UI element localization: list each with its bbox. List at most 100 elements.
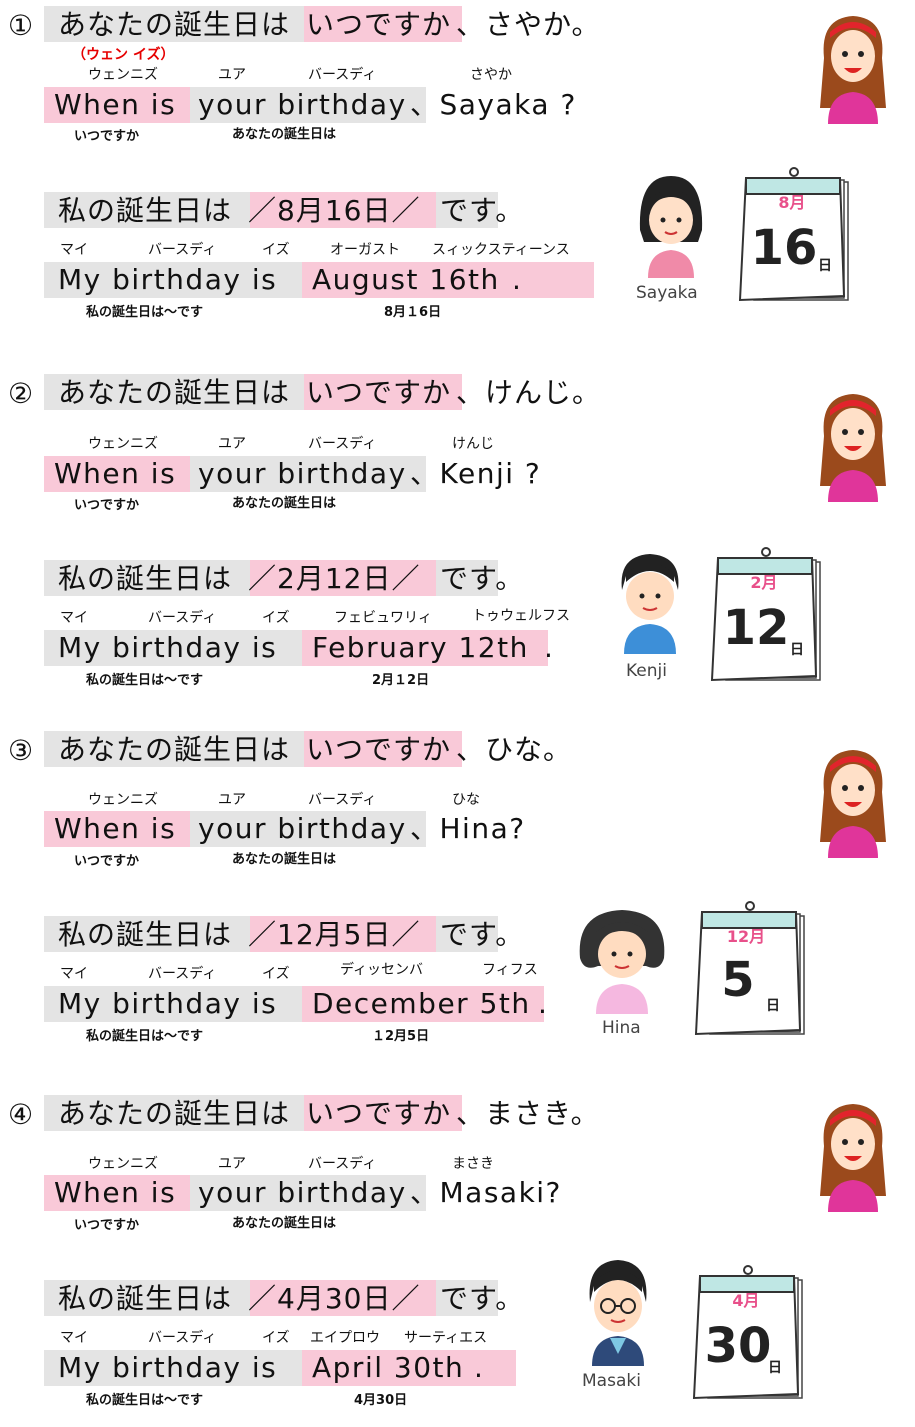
ruby-month: フェビュワリィ [334,610,432,626]
ruby-month: オーガスト [330,242,400,258]
answer-jp-part3: です。 [440,1282,525,1315]
gloss-date: 4月30日 [354,1393,408,1408]
person-name: Sayaka [636,283,698,303]
calendar-month: 12月 [727,927,765,946]
calendar-month: 4月 [732,1291,759,1310]
calendar-icon: 4月 30 日 [692,1265,803,1400]
teacher-girl-illustration [820,394,886,502]
question-jp-part1: あなたの誕生日は [58,8,291,41]
gloss-date: １2月5日 [372,1029,430,1044]
question-jp-part2: いつですか [306,8,452,41]
question-jp-part3: 、さやか。 [456,8,601,41]
calendar-day-label: 日 [790,642,804,658]
question-jp-part3: 、けんじ。 [456,376,602,409]
answer-jp-part2: ／12月5日／ [248,918,421,951]
ruby-month: ディッセンバ [340,962,424,978]
question-en-your-birthday: your birthday [198,88,407,121]
answer-jp-part2: ／8月16日／ [248,194,421,227]
question-en-rest: 、Hina? [410,812,526,845]
gloss-your-birthday: あなたの誕生日は [232,1216,337,1231]
gloss-answer: 私の誕生日は～です [86,1393,204,1408]
question-jp-part1: あなたの誕生日は [58,733,291,766]
sayaka-illustration [639,176,703,278]
ruby-when-is: ウェンニズ [88,1156,158,1172]
question-jp-part1: あなたの誕生日は [58,1097,291,1130]
ruby-is: イズ [262,610,290,626]
ruby-birthday: バースディ [308,67,377,83]
answer-en-my-birthday-is: My birthday is [58,631,278,664]
section-number: ② [8,377,34,410]
answer-en-date: August 16th [312,263,500,296]
question-en-when-is: When is [54,1176,177,1209]
question-en-when-is: When is [54,812,177,845]
question-jp-part2: いつですか [306,733,452,766]
calendar-day: 5 [721,952,754,1008]
question-en-your-birthday: your birthday [198,457,407,490]
ruby-day: トゥウェルフス [472,608,570,624]
question-en-your-birthday: your birthday [198,812,407,845]
answer-jp-part3: です。 [440,918,525,951]
ruby-your: ユア [218,1156,246,1172]
question-en-rest: 、Masaki? [410,1176,562,1209]
calendar-icon: 12月 5 日 [694,901,805,1036]
person-name: Hina [602,1018,641,1038]
answer-en-my-birthday-is: My birthday is [58,987,278,1020]
ruby-birthday: バースディ [308,436,377,452]
ruby-birthday: バースディ [148,610,217,626]
ruby-birthday: バースディ [308,792,377,808]
question-jp-part2: いつですか [306,376,452,409]
gloss-your-birthday: あなたの誕生日は [232,852,337,867]
person-name: Kenji [626,661,667,681]
calendar-month: 2月 [750,573,777,592]
ruby-day: フィフス [482,962,538,978]
question-jp-part3: 、まさき。 [456,1097,600,1130]
masaki-illustration [589,1260,647,1366]
gloss-when-is: いつですか [74,498,140,513]
gloss-answer: 私の誕生日は～です [86,673,204,688]
ruby-your: ユア [218,792,246,808]
gloss-date: 8月１6日 [384,305,442,320]
answer-jp-part3: です。 [440,194,525,227]
ruby-my: マイ [60,242,88,258]
answer-en-date: April 30th [312,1351,465,1384]
ruby-when-is: ウェンニズ [88,792,158,808]
gloss-your-birthday: あなたの誕生日は [232,496,337,511]
answer-en-date: February 12th [312,631,529,664]
ruby-day: スィックスティーンス [432,242,570,258]
gloss-date: 2月１2日 [372,673,430,688]
answer-en-my-birthday-is: My birthday is [58,263,278,296]
answer-jp-part3: です。 [440,562,525,595]
ruby-birthday: バースディ [148,242,217,258]
gloss-answer: 私の誕生日は～です [86,305,204,320]
answer-jp-part2: ／4月30日／ [248,1282,421,1315]
teacher-girl-illustration [820,16,886,124]
answer-jp-part1: 私の誕生日は [58,918,233,951]
question-en-your-birthday: your birthday [198,1176,407,1209]
answer-jp-part2: ／2月12日／ [248,562,421,595]
calendar-day-label: 日 [766,998,780,1014]
answer-en-my-birthday-is: My birthday is [58,1351,278,1384]
ruby-name: さやか [470,67,512,83]
question-en-when-is: When is [54,88,177,121]
ruby-when-is: ウェンニズ [88,436,158,452]
hina-illustration [579,910,665,1014]
ruby-my: マイ [60,1330,88,1346]
ruby-is: イズ [262,966,290,982]
question-jp-part3: 、ひな。 [456,733,573,766]
special-ruby: （ウェン イズ） [72,47,175,63]
calendar-day-label: 日 [768,1360,782,1376]
gloss-when-is: いつですか [74,129,140,144]
answer-en-period: . [512,263,523,296]
gloss-answer: 私の誕生日は～です [86,1029,204,1044]
answer-jp-part1: 私の誕生日は [58,562,233,595]
question-en-rest: 、Sayaka ? [410,88,577,121]
section-number: ① [8,9,34,42]
teacher-girl-illustration [820,750,886,858]
ruby-your: ユア [218,67,246,83]
question-en-when-is: When is [54,457,177,490]
ruby-when-is: ウェンニズ [88,67,158,83]
calendar-month: 8月 [778,193,805,212]
answer-en-date: December 5th [312,987,531,1020]
answer-en-period: . [544,631,555,664]
calendar-icon: 8月 16 日 [738,167,849,302]
